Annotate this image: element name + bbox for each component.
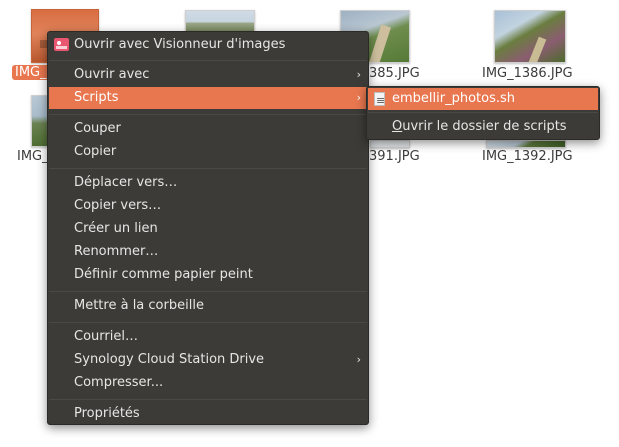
file-name[interactable]: 391.JPG <box>369 149 420 164</box>
menu-separator <box>49 168 367 169</box>
chevron-right-icon: › <box>356 68 361 81</box>
menu-separator <box>49 399 367 400</box>
file-name[interactable]: IMG_ <box>12 65 50 80</box>
mnemonic-letter: O <box>392 119 403 134</box>
menu-item-move-to[interactable]: Déplacer vers… <box>49 172 367 194</box>
context-menu: Ouvrir avec Visionneur d'images Ouvrir a… <box>47 31 369 425</box>
script-file-icon <box>374 90 385 112</box>
image-viewer-icon <box>54 38 69 51</box>
file-name[interactable]: IMG_1392.JPG <box>482 149 573 164</box>
menu-item-label: Propriétés <box>74 406 140 421</box>
menu-item-compress[interactable]: Compresser... <box>49 372 367 394</box>
menu-item-rename[interactable]: Renommer… <box>49 241 367 263</box>
menu-item-scripts[interactable]: Scripts › <box>49 87 367 109</box>
menu-item-label: Copier <box>74 144 117 159</box>
menu-item-cut[interactable]: Couper <box>49 118 367 140</box>
chevron-right-icon: › <box>356 91 361 104</box>
menu-item-label: Renommer… <box>74 244 159 259</box>
menu-item-synology[interactable]: Synology Cloud Station Drive › <box>49 349 367 371</box>
menu-item-copy[interactable]: Copier <box>49 141 367 163</box>
menu-item-label: Ouvrir avec <box>74 67 150 82</box>
file-thumbnail[interactable] <box>370 140 410 148</box>
menu-item-open-with[interactable]: Ouvrir avec › <box>49 64 367 86</box>
submenu-item-label: uvrir le dossier de scripts <box>402 119 567 134</box>
menu-separator <box>49 322 367 323</box>
menu-item-label: Créer un lien <box>74 221 158 236</box>
menu-item-label: Mettre à la corbeille <box>74 298 204 313</box>
menu-separator <box>49 114 367 115</box>
file-thumbnail[interactable] <box>486 140 566 148</box>
menu-item-label: Déplacer vers… <box>74 175 178 190</box>
menu-item-email[interactable]: Courriel… <box>49 326 367 348</box>
file-name[interactable]: 385.JPG <box>369 66 420 81</box>
menu-item-label: Ouvrir avec Visionneur d'images <box>74 37 286 52</box>
menu-item-copy-to[interactable]: Copier vers… <box>49 195 367 217</box>
menu-item-label: Scripts <box>74 90 119 105</box>
menu-item-label: Synology Cloud Station Drive <box>74 352 265 367</box>
menu-item-label: Couper <box>74 121 121 136</box>
menu-item-label: Compresser... <box>74 375 164 390</box>
menu-item-label: Définir comme papier peint <box>74 267 253 282</box>
submenu-item-label: embellir_photos.sh <box>392 91 516 106</box>
file-name[interactable]: IMG_1386.JPG <box>482 66 573 81</box>
chevron-right-icon: › <box>356 353 361 366</box>
menu-separator <box>49 291 367 292</box>
scripts-submenu: embellir_photos.sh Ouvrir le dossier de … <box>366 86 600 140</box>
submenu-item-script[interactable]: embellir_photos.sh <box>368 88 598 112</box>
file-thumbnail[interactable] <box>185 10 255 32</box>
menu-item-label: Courriel… <box>74 329 138 344</box>
file-name[interactable]: IMG_ <box>17 149 49 164</box>
menu-item-open-with-viewer[interactable]: Ouvrir avec Visionneur d'images <box>49 34 367 56</box>
submenu-item-open-scripts-folder[interactable]: Ouvrir le dossier de scripts <box>368 116 598 138</box>
menu-item-label: Copier vers… <box>74 198 162 213</box>
menu-item-trash[interactable]: Mettre à la corbeille <box>49 295 367 317</box>
menu-item-properties[interactable]: Propriétés <box>49 403 367 425</box>
menu-item-create-link[interactable]: Créer un lien <box>49 218 367 240</box>
file-thumbnail[interactable] <box>494 10 566 63</box>
menu-separator <box>49 60 367 61</box>
menu-separator <box>368 112 598 113</box>
menu-item-set-wallpaper[interactable]: Définir comme papier peint <box>49 264 367 286</box>
